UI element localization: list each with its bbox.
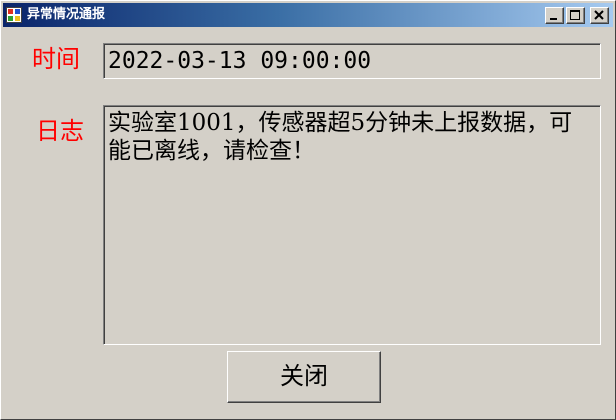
close-window-button[interactable] — [590, 7, 609, 24]
time-field[interactable]: 2022-03-13 09:00:00 — [103, 43, 601, 79]
log-textarea[interactable]: 实验室1001，传感器超5分钟未上报数据，可能已离线，请检查！ — [103, 105, 601, 345]
alert-dialog-window: 异常情况通报 时间 2022-03-13 09:00:00 日志 实验室1001… — [0, 0, 616, 420]
app-icon — [6, 7, 22, 23]
minimize-icon — [550, 18, 557, 20]
time-label: 时间 — [32, 45, 80, 73]
window-title: 异常情况通报 — [27, 7, 106, 22]
close-icon — [594, 10, 604, 20]
title-bar[interactable]: 异常情况通报 — [3, 3, 613, 27]
log-text: 实验室1001，传感器超5分钟未上报数据，可能已离线，请检查！ — [108, 110, 573, 164]
log-label: 日志 — [36, 117, 84, 145]
time-value: 2022-03-13 09:00:00 — [108, 48, 372, 74]
minimize-button[interactable] — [545, 7, 564, 24]
maximize-button[interactable] — [566, 7, 585, 24]
maximize-icon — [570, 10, 580, 20]
close-button[interactable]: 关闭 — [227, 351, 381, 403]
